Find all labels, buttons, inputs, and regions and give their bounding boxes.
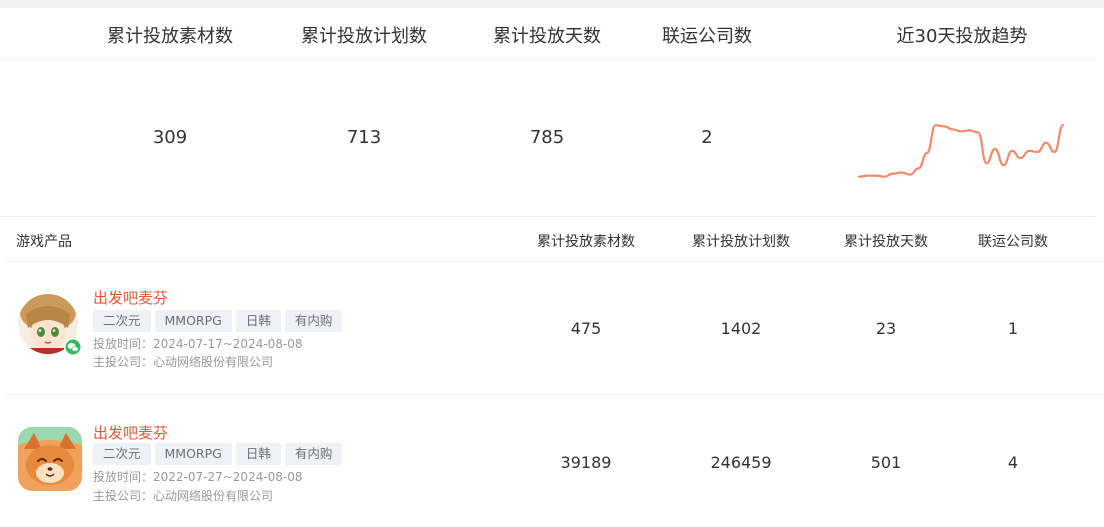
- col-product: 游戏产品: [16, 234, 72, 250]
- campaign-period: 投放时间：2024-07-17~2024-08-08: [93, 337, 303, 351]
- summary-divider: [0, 216, 1095, 217]
- table-header: 游戏产品 累计投放素材数 累计投放计划数 累计投放天数 联运公司数: [5, 218, 1104, 262]
- summary-value-days: 785: [529, 127, 565, 148]
- cell-days: 501: [870, 453, 902, 472]
- col-days[interactable]: 累计投放天数: [844, 231, 928, 251]
- cell-partners: 1: [1007, 319, 1019, 338]
- main-company: 主投公司：心动网络股份有限公司: [93, 355, 274, 369]
- cell-partners: 4: [1007, 453, 1019, 472]
- summary-header-plans: 累计投放计划数: [301, 26, 427, 47]
- campaign-period: 投放时间：2022-07-27~2024-08-08: [93, 470, 303, 484]
- product-name[interactable]: 出发吧麦芬: [93, 422, 168, 443]
- summary-panel: 累计投放素材数 累计投放计划数 累计投放天数 联运公司数 近30天投放趋势 30…: [0, 8, 1095, 218]
- product-name[interactable]: 出发吧麦芬: [93, 287, 168, 308]
- cell-days: 23: [875, 319, 897, 338]
- cell-materials: 39189: [560, 453, 612, 472]
- cell-plans: 1402: [720, 319, 762, 338]
- summary-header-materials: 累计投放素材数: [107, 26, 233, 47]
- tag[interactable]: 二次元: [93, 443, 151, 465]
- main-company: 主投公司：心动网络股份有限公司: [93, 489, 274, 503]
- tag[interactable]: MMORPG: [154, 443, 232, 465]
- trend-line: [857, 124, 1065, 178]
- tag[interactable]: 有内购: [284, 310, 343, 332]
- cell-plans: 246459: [710, 453, 772, 472]
- tag[interactable]: 日韩: [235, 310, 281, 332]
- top-bar: [0, 0, 1104, 8]
- col-partners[interactable]: 联运公司数: [978, 231, 1048, 251]
- tag[interactable]: 有内购: [284, 443, 343, 465]
- table-row[interactable]: 出发吧麦芬 二次元 MMORPG 日韩 有内购 投放时间：2022-07-27~…: [5, 395, 1104, 527]
- game-avatar-icon[interactable]: [18, 427, 82, 491]
- table-row[interactable]: 出发吧麦芬 二次元 MMORPG 日韩 有内购 投放时间：2024-07-17~…: [5, 262, 1104, 395]
- tag[interactable]: MMORPG: [154, 310, 232, 332]
- tag[interactable]: 日韩: [235, 443, 281, 465]
- game-avatar-icon[interactable]: [18, 294, 82, 358]
- wechat-icon: [64, 338, 82, 356]
- summary-value-plans: 713: [346, 127, 382, 148]
- col-plans[interactable]: 累计投放计划数: [692, 231, 790, 251]
- cell-materials: 475: [570, 319, 602, 338]
- product-tags: 二次元 MMORPG 日韩 有内购: [93, 310, 343, 332]
- col-materials[interactable]: 累计投放素材数: [537, 231, 635, 251]
- summary-value-partners: 2: [701, 127, 713, 148]
- tag[interactable]: 二次元: [93, 310, 151, 332]
- summary-header-trend: 近30天投放趋势: [896, 26, 1028, 47]
- summary-value-materials: 309: [152, 127, 188, 148]
- summary-header: 累计投放素材数 累计投放计划数 累计投放天数 联运公司数 近30天投放趋势: [0, 8, 1095, 60]
- summary-header-days: 累计投放天数: [493, 26, 601, 47]
- product-tags: 二次元 MMORPG 日韩 有内购: [93, 443, 343, 465]
- trend-sparkline[interactable]: [855, 111, 1067, 195]
- summary-header-partners: 联运公司数: [662, 26, 752, 47]
